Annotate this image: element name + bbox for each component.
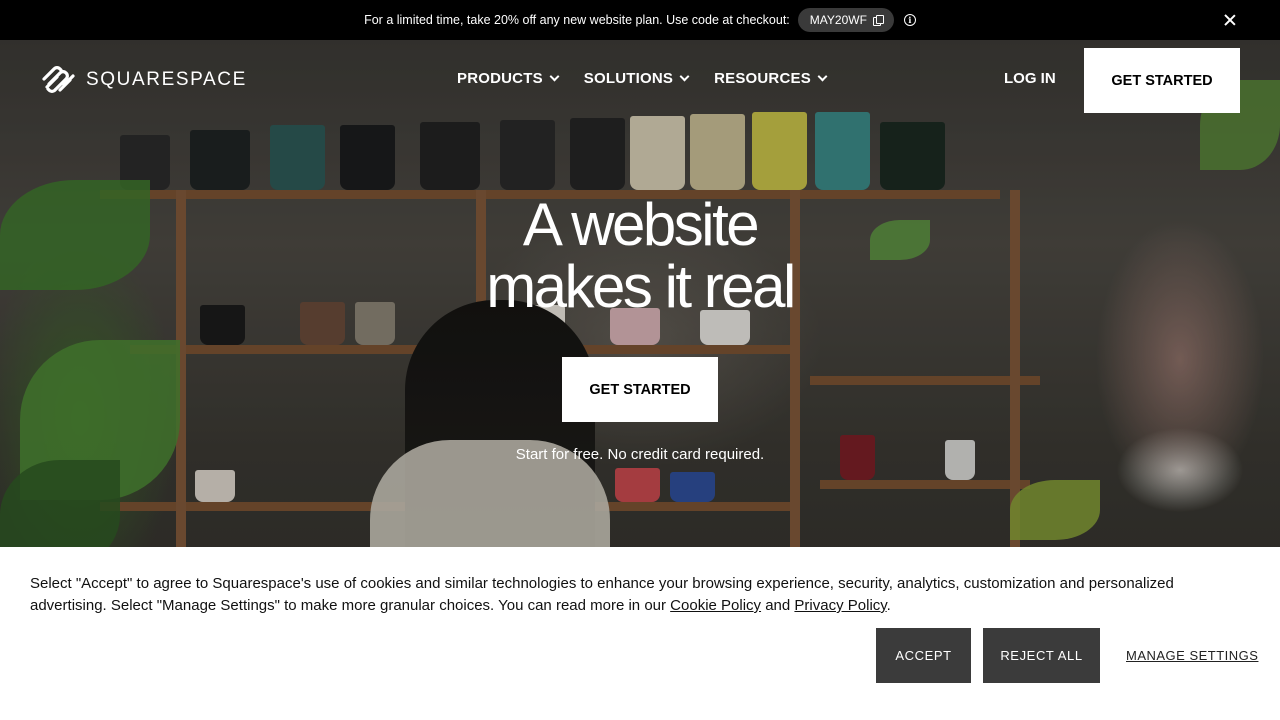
nav-item-products[interactable]: PRODUCTS [457,70,560,87]
hero-headline-line2: makes it real [486,253,796,320]
nav-item-label: RESOURCES [714,70,811,87]
promo-code-copy-button[interactable]: MAY20WF [797,8,894,32]
cookie-text-and: and [761,597,795,614]
hero-subtext: Start for free. No credit card required. [515,446,765,463]
login-link[interactable]: LOG IN [1004,70,1056,87]
brand-name: SQUARESPACE [86,69,247,90]
close-icon[interactable] [1222,12,1238,28]
reject-all-cookies-button[interactable]: REJECT ALL [983,628,1100,683]
promo-text: For a limited time, take 20% off any new… [364,13,790,27]
cookie-policy-link[interactable]: Cookie Policy [670,597,761,614]
squarespace-logo-icon [42,66,75,93]
info-icon[interactable]: i [903,14,916,26]
chevron-down-icon [817,71,828,82]
manage-settings-link[interactable]: MANAGE SETTINGS [1126,648,1258,663]
nav-item-solutions[interactable]: SOLUTIONS [583,70,690,87]
cookie-text-end: . [886,597,891,614]
cookie-banner: Select "Accept" to agree to Squarespace'… [0,547,1280,720]
accept-cookies-button[interactable]: ACCEPT [876,628,971,683]
hero-headline: A website makes it real [390,194,890,318]
get-started-button[interactable]: GET STARTED [1084,48,1240,113]
nav-item-resources[interactable]: RESOURCES [714,70,828,87]
nav-menu: PRODUCTS SOLUTIONS RESOURCES [457,70,828,87]
squarespace-logo[interactable]: SQUARESPACE [40,65,247,95]
promo-bar: For a limited time, take 20% off any new… [0,0,1280,40]
promo-code-label: MAY20WF [809,13,867,27]
hero-headline-line1: A website [522,191,760,258]
hero-get-started-button[interactable]: GET STARTED [562,357,718,422]
main-navigation: SQUARESPACE PRODUCTS SOLUTIONS RESOURCES… [0,40,1280,118]
privacy-policy-link[interactable]: Privacy Policy [794,597,886,614]
copy-icon [872,15,884,26]
cookie-text-body: Select "Accept" to agree to Squarespace'… [30,575,1174,614]
chevron-down-icon [679,71,690,82]
nav-item-label: SOLUTIONS [583,70,674,87]
cookie-message: Select "Accept" to agree to Squarespace'… [30,573,1230,617]
chevron-down-icon [549,71,560,82]
nav-item-label: PRODUCTS [457,70,543,87]
